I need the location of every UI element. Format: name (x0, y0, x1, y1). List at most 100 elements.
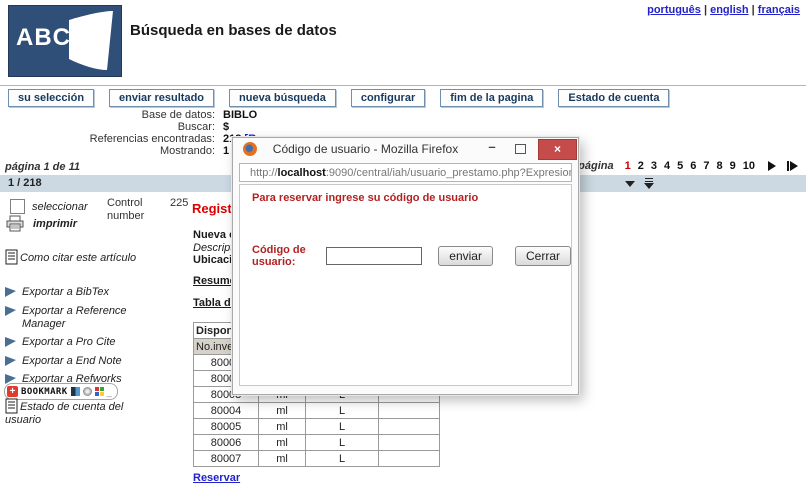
su-seleccion-button[interactable]: su selección (8, 89, 94, 107)
estado-de-cuenta-button[interactable]: Estado de cuenta (558, 89, 669, 107)
document-icon[interactable] (5, 398, 18, 414)
print-label: imprimir (33, 218, 77, 230)
lang-separator: | (752, 4, 755, 16)
search-label: Buscar: (0, 121, 215, 133)
references-label: Referencias encontradas: (0, 133, 215, 145)
search-row: Buscar: $ (0, 121, 806, 133)
header-divider (0, 85, 806, 86)
search-value: $ (223, 121, 229, 133)
export-procite-label: Exportar a Pro Cite (22, 336, 116, 349)
firefox-icon (243, 142, 257, 156)
page-link-6[interactable]: 6 (690, 160, 696, 172)
configurar-button[interactable]: configurar (351, 89, 425, 107)
control-number-value: 225 (170, 197, 188, 209)
page-link-8[interactable]: 8 (717, 160, 723, 172)
page-link-4[interactable]: 4 (664, 160, 670, 172)
cite-article-label: Como citar este artículo (20, 252, 136, 264)
showing-label: Mostrando: (0, 145, 215, 157)
page-link-3[interactable]: 3 (651, 160, 657, 172)
export-arrow-icon[interactable] (5, 306, 16, 316)
export-reference-manager-label: Exportar a Reference Manager (22, 305, 137, 331)
next-page-icon[interactable] (768, 161, 776, 171)
goto-page-nav: ir para página 1 2 3 4 5 6 7 8 9 10 (541, 160, 798, 172)
toolbar: su selección enviar resultado nueva búsq… (8, 89, 669, 107)
select-record-checkbox[interactable] (10, 199, 25, 214)
export-procite-link[interactable]: Exportar a Pro Cite (5, 336, 137, 349)
export-arrow-icon[interactable] (5, 356, 16, 366)
sort-controls (625, 178, 654, 189)
window-title: Código de usuario - Mozilla Firefox (263, 142, 468, 156)
export-bibtex-link[interactable]: Exportar a BibTex (5, 286, 137, 299)
bookmark-label: BOOKMARK (21, 387, 68, 397)
lang-portugues[interactable]: português (647, 4, 701, 16)
document-icon[interactable] (5, 249, 18, 265)
minimize-button[interactable]: – (482, 139, 502, 158)
select-record-label: seleccionar (32, 201, 88, 213)
print-link[interactable]: imprimir (5, 215, 77, 232)
user-code-label: Código de usuario: (252, 244, 321, 268)
export-reference-manager-link[interactable]: Exportar a Reference Manager (5, 305, 137, 331)
export-arrow-icon[interactable] (5, 337, 16, 347)
export-endnote-label: Exportar a End Note (22, 355, 122, 368)
record-toc-field: Tabla de (193, 297, 237, 309)
nueva-busqueda-button[interactable]: nueva búsqueda (229, 89, 336, 107)
codigo-usuario-window: Código de usuario - Mozilla Firefox – × … (232, 137, 579, 395)
bookmark-more-icon[interactable]: _ (107, 387, 112, 397)
enviar-button[interactable]: enviar (438, 246, 493, 266)
page: ABCD Búsqueda en bases de datos portuguê… (0, 0, 806, 488)
lang-francais[interactable]: français (758, 4, 800, 16)
database-row: Base de datos: BIBLO (0, 109, 806, 121)
record-position: 1 / 218 (8, 177, 42, 189)
url-text: http://localhost:9090/central/iah/usuari… (250, 167, 572, 179)
cite-article-link[interactable]: Como citar este artículo (5, 249, 137, 265)
fin-de-pagina-button[interactable]: fim de la pagina (440, 89, 543, 107)
addthis-icon[interactable]: + (7, 386, 18, 397)
page-title: Búsqueda en bases de datos (130, 22, 337, 39)
popup-content: Para reservar ingrese su código de usuar… (239, 184, 572, 386)
table-row: 80004 ml L (194, 403, 440, 419)
account-status-link[interactable]: Estado de cuenta del usuario (5, 398, 137, 427)
window-titlebar[interactable]: Código de usuario - Mozilla Firefox – × (233, 138, 578, 160)
language-switcher: português | english | français (647, 4, 800, 16)
collapse-icon[interactable] (625, 181, 635, 187)
last-page-icon[interactable] (787, 161, 798, 171)
url-bar[interactable]: http://localhost:9090/central/iah/usuari… (239, 163, 572, 182)
sort-icon[interactable] (644, 178, 654, 189)
reservar-link[interactable]: Reservar (193, 472, 240, 484)
database-label: Base de datos: (0, 109, 215, 121)
abcd-logo: ABCD (8, 5, 122, 77)
page-link-9[interactable]: 9 (730, 160, 736, 172)
enviar-resultado-button[interactable]: enviar resultado (109, 89, 214, 107)
page-link-10[interactable]: 10 (743, 160, 755, 172)
page-link-2[interactable]: 2 (638, 160, 644, 172)
reserve-message: Para reservar ingrese su código de usuar… (252, 192, 478, 204)
page-info: página 1 de 11 (5, 161, 80, 173)
printer-icon[interactable] (5, 215, 25, 232)
windows-live-icon[interactable] (95, 387, 104, 396)
export-endnote-link[interactable]: Exportar a End Note (5, 355, 137, 368)
maximize-button[interactable] (515, 144, 526, 154)
page-link-7[interactable]: 7 (703, 160, 709, 172)
page-link-5[interactable]: 5 (677, 160, 683, 172)
lang-separator: | (704, 4, 707, 16)
user-code-form: Código de usuario: enviar Cerrar (252, 244, 571, 268)
close-button[interactable]: × (538, 139, 577, 160)
url-path: :9090/central/iah/usuario_prestamo.php?E… (326, 167, 572, 179)
url-host: localhost (278, 167, 326, 179)
table-row: 80006 ml L (194, 435, 440, 451)
logo-text: ABCD (16, 24, 89, 52)
table-row: 80005 ml L (194, 419, 440, 435)
lang-english[interactable]: english (710, 4, 749, 16)
user-code-input[interactable] (326, 247, 422, 265)
account-status-label: Estado de cuenta del usuario (5, 401, 123, 426)
page-link-1: 1 (625, 160, 631, 172)
control-number-label: Control number (107, 197, 165, 223)
export-bibtex-label: Exportar a BibTex (22, 286, 109, 299)
cerrar-button[interactable]: Cerrar (515, 246, 571, 266)
share-flower-icon[interactable] (83, 387, 92, 396)
database-value: BIBLO (223, 109, 257, 121)
delicious-icon[interactable] (71, 387, 80, 396)
url-scheme: http:// (250, 167, 278, 179)
export-arrow-icon[interactable] (5, 287, 16, 297)
table-row: 80007 ml L (194, 451, 440, 467)
